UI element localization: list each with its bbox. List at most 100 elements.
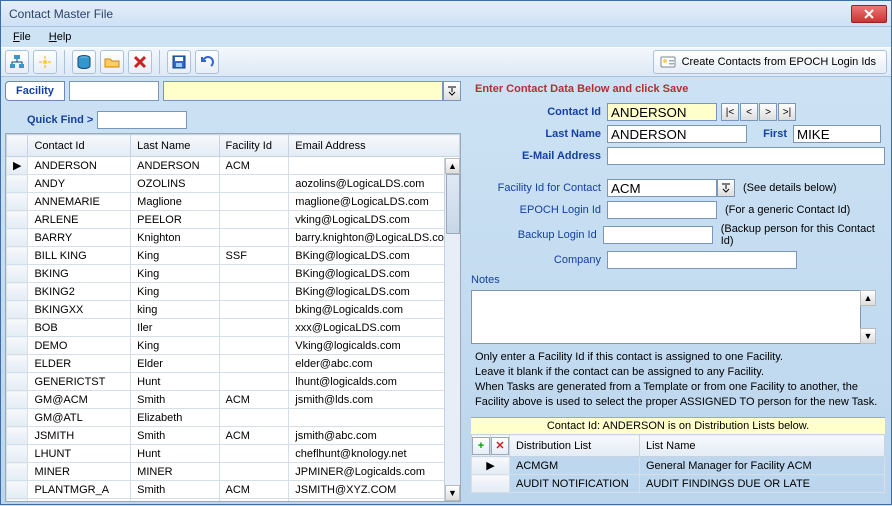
cell[interactable]: xxx@LogicaLDS.com <box>289 319 460 337</box>
cell[interactable]: General Manager for Facility ACM <box>640 457 885 475</box>
cell[interactable]: BOB <box>28 319 131 337</box>
close-button[interactable] <box>851 5 887 23</box>
cell[interactable] <box>219 301 289 319</box>
cell[interactable]: Elizabeth <box>131 409 219 427</box>
cell[interactable]: JSMITH@XYZ.COM <box>289 481 460 499</box>
cell[interactable]: King <box>131 283 219 301</box>
tb-save-button[interactable] <box>167 50 191 74</box>
facility-dropdown-button[interactable] <box>443 81 461 101</box>
input-last-name[interactable] <box>607 125 747 143</box>
cell[interactable] <box>289 157 460 175</box>
input-notes[interactable] <box>471 290 861 344</box>
tb-db-button[interactable] <box>72 50 96 74</box>
input-epoch-login[interactable] <box>607 201 717 219</box>
cell[interactable] <box>219 319 289 337</box>
notes-scroll-down[interactable]: ▼ <box>860 328 876 344</box>
table-row[interactable]: GM@ATLElizabeth <box>7 409 460 427</box>
cell[interactable]: ACMGM <box>510 457 640 475</box>
facility-id-input[interactable] <box>69 81 159 101</box>
cell[interactable]: barry.knighton@LogicaLDS.com <box>289 229 460 247</box>
cell[interactable] <box>219 409 289 427</box>
col-last-name[interactable]: Last Name <box>131 135 219 157</box>
cell[interactable]: King <box>131 265 219 283</box>
cell[interactable]: cheflhunt@knology.net <box>289 445 460 463</box>
dist-add-button[interactable]: + <box>472 437 490 455</box>
nav-prev-button[interactable]: < <box>740 103 758 121</box>
cell[interactable] <box>219 445 289 463</box>
cell[interactable]: SSF <box>219 247 289 265</box>
cell[interactable]: MINER <box>131 463 219 481</box>
table-row[interactable]: ▶ANDERSONANDERSONACM <box>7 157 460 175</box>
cell[interactable]: Smith <box>131 427 219 445</box>
input-backup-login[interactable] <box>603 226 713 244</box>
table-row[interactable]: BKINGXXkingbking@Logicalds.com <box>7 301 460 319</box>
cell[interactable]: Hunt <box>131 445 219 463</box>
cell[interactable]: ACM <box>219 427 289 445</box>
table-row[interactable]: PM@ACMJones <box>7 499 460 503</box>
scroll-down-button[interactable]: ▼ <box>445 485 460 501</box>
facility-desc-input[interactable] <box>163 81 443 101</box>
tb-create-epoch-button[interactable]: Create Contacts from EPOCH Login Ids <box>653 50 887 74</box>
cell[interactable]: DEMO <box>28 337 131 355</box>
table-row[interactable]: BARRYKnightonbarry.knighton@LogicaLDS.co… <box>7 229 460 247</box>
cell[interactable]: BKING2 <box>28 283 131 301</box>
table-row[interactable]: BOBIlerxxx@LogicaLDS.com <box>7 319 460 337</box>
table-row[interactable]: MINERMINERJPMINER@Logicalds.com <box>7 463 460 481</box>
cell[interactable] <box>219 337 289 355</box>
cell[interactable]: Smith <box>131 481 219 499</box>
cell[interactable]: elder@abc.com <box>289 355 460 373</box>
table-row[interactable]: GENERICTSTHunt lhunt@logicalds.com <box>7 373 460 391</box>
tb-delete-button[interactable] <box>128 50 152 74</box>
cell[interactable]: ANDERSON <box>28 157 131 175</box>
cell[interactable]: JSMITH <box>28 427 131 445</box>
table-row[interactable]: AUDIT NOTIFICATIONAUDIT FINDINGS DUE OR … <box>472 475 885 493</box>
cell[interactable]: vking@LogicaLDS.com <box>289 211 460 229</box>
cell[interactable]: GENERICTST <box>28 373 131 391</box>
cell[interactable]: ARLENE <box>28 211 131 229</box>
cell[interactable]: king <box>131 301 219 319</box>
tb-new-button[interactable] <box>33 50 57 74</box>
table-row[interactable]: ▶ACMGMGeneral Manager for Facility ACM <box>472 457 885 475</box>
table-row[interactable]: PLANTMGR_ASmithACMJSMITH@XYZ.COM <box>7 481 460 499</box>
nav-next-button[interactable]: > <box>759 103 777 121</box>
cell[interactable]: ANDERSON <box>131 157 219 175</box>
cell[interactable]: BKINGXX <box>28 301 131 319</box>
input-email[interactable] <box>607 147 885 165</box>
cell[interactable]: BKing@logicaLDS.com <box>289 247 460 265</box>
input-contact-id[interactable] <box>607 103 717 121</box>
cell[interactable]: ACM <box>219 157 289 175</box>
cell[interactable]: PLANTMGR_A <box>28 481 131 499</box>
cell[interactable]: Vking@logicalds.com <box>289 337 460 355</box>
table-row[interactable]: BKING2KingBKing@logicaLDS.com <box>7 283 460 301</box>
table-row[interactable]: JSMITHSmithACMjsmith@abc.com <box>7 427 460 445</box>
cell[interactable]: Elder <box>131 355 219 373</box>
table-row[interactable]: ELDERElderelder@abc.com <box>7 355 460 373</box>
cell[interactable]: lhunt@logicalds.com <box>289 373 460 391</box>
cell[interactable]: GM@ATL <box>28 409 131 427</box>
cell[interactable]: ANNEMARIE <box>28 193 131 211</box>
table-row[interactable]: DEMOKing Vking@logicalds.com <box>7 337 460 355</box>
cell[interactable]: Maglione <box>131 193 219 211</box>
cell[interactable]: King <box>131 337 219 355</box>
cell[interactable] <box>219 355 289 373</box>
cell[interactable] <box>219 175 289 193</box>
cell[interactable]: aozolins@LogicaLDS.com <box>289 175 460 193</box>
cell[interactable]: PM@ACM <box>28 499 131 503</box>
cell[interactable]: ACM <box>219 481 289 499</box>
cell[interactable] <box>219 265 289 283</box>
input-first[interactable] <box>793 125 881 143</box>
tb-org-button[interactable] <box>5 50 29 74</box>
cell[interactable]: Hunt <box>131 373 219 391</box>
cell[interactable]: BARRY <box>28 229 131 247</box>
notes-scroll-up[interactable]: ▲ <box>860 290 876 306</box>
cell[interactable] <box>219 283 289 301</box>
table-row[interactable]: BKINGKingBKing@logicaLDS.com <box>7 265 460 283</box>
table-row[interactable]: LHUNTHuntcheflhunt@knology.net <box>7 445 460 463</box>
cell[interactable]: AUDIT NOTIFICATION <box>510 475 640 493</box>
input-company[interactable] <box>607 251 797 269</box>
cell[interactable]: MINER <box>28 463 131 481</box>
cell[interactable]: ACM <box>219 391 289 409</box>
table-row[interactable]: ARLENEPEELORvking@LogicaLDS.com <box>7 211 460 229</box>
cell[interactable]: Jones <box>131 499 219 503</box>
cell[interactable]: jsmith@lds.com <box>289 391 460 409</box>
